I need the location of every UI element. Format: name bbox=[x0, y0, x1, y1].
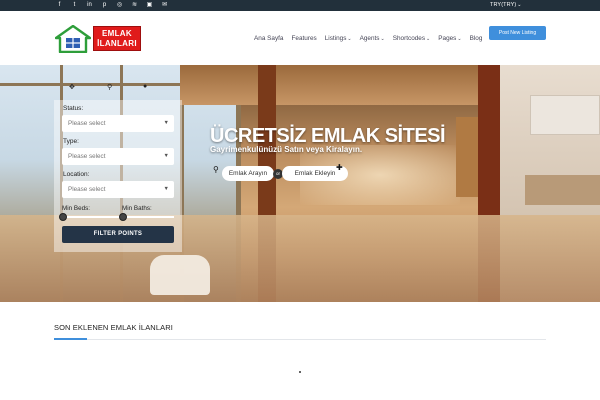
skype-icon[interactable]: ▣ bbox=[146, 0, 153, 11]
loading-indicator bbox=[299, 371, 301, 373]
social-links: f t in p ◎ ≋ ▣ ✉ bbox=[56, 0, 168, 11]
section-divider bbox=[54, 339, 546, 340]
hero-counter bbox=[525, 175, 600, 205]
logo-text-line2: İLANLARI bbox=[97, 38, 137, 48]
min-baths-slider-handle[interactable] bbox=[119, 213, 127, 221]
chevron-down-icon: ▼ bbox=[163, 120, 169, 126]
plus-icon: ✚ bbox=[336, 163, 343, 172]
main-nav: Ana Sayfa Features Listings⌄ Agents⌄ Sho… bbox=[254, 35, 482, 42]
search-icon: ⚲ bbox=[213, 165, 219, 174]
type-placeholder: Please select bbox=[68, 153, 106, 160]
type-label: Type: bbox=[63, 138, 79, 145]
currency-selector[interactable]: TRY(TRY)⌄ bbox=[490, 0, 522, 11]
panel-toolbar: ✥ ⚲ ● bbox=[67, 83, 157, 93]
chevron-down-icon: ▼ bbox=[163, 153, 169, 159]
search-icon[interactable]: ⚲ bbox=[107, 83, 112, 91]
nav-item-listings[interactable]: Listings⌄ bbox=[325, 35, 352, 42]
status-select[interactable]: Please select ▼ bbox=[62, 115, 174, 132]
hero-cabinet bbox=[530, 95, 600, 135]
site-logo[interactable]: EMLAK İLANLARI bbox=[55, 25, 141, 53]
chevron-down-icon: ⌄ bbox=[457, 36, 462, 42]
nav-label: Shortcodes bbox=[392, 35, 426, 42]
instagram-icon[interactable]: ◎ bbox=[116, 0, 123, 11]
section-accent-bar bbox=[54, 338, 87, 340]
twitter-icon[interactable]: t bbox=[71, 0, 78, 11]
status-placeholder: Please select bbox=[68, 120, 106, 127]
min-beds-label: Min Beds: bbox=[62, 205, 90, 212]
site-header: EMLAK İLANLARI Ana Sayfa Features Listin… bbox=[0, 11, 600, 65]
nav-item-ana-sayfa[interactable]: Ana Sayfa bbox=[254, 35, 284, 42]
min-beds-slider-handle[interactable] bbox=[59, 213, 67, 221]
top-bar: f t in p ◎ ≋ ▣ ✉ TRY(TRY)⌄ bbox=[0, 0, 600, 11]
linkedin-icon[interactable]: in bbox=[86, 0, 93, 11]
logo-text-line1: EMLAK bbox=[102, 28, 132, 38]
nav-label: Listings bbox=[324, 35, 347, 42]
nav-item-pages[interactable]: Pages⌄ bbox=[438, 35, 461, 42]
chevron-down-icon: ⌄ bbox=[347, 36, 352, 42]
nav-item-agents[interactable]: Agents⌄ bbox=[360, 35, 385, 42]
nav-label: Blog bbox=[469, 35, 483, 42]
pinterest-icon[interactable]: p bbox=[101, 0, 108, 11]
email-icon[interactable]: ✉ bbox=[161, 0, 168, 11]
location-select[interactable]: Please select ▼ bbox=[62, 181, 174, 198]
chevron-down-icon: ⌄ bbox=[517, 2, 522, 8]
chevron-down-icon: ⌄ bbox=[426, 36, 431, 42]
section-title: SON EKLENEN EMLAK İLANLARI bbox=[54, 323, 173, 332]
hero-door bbox=[456, 117, 478, 197]
filter-points-button[interactable]: FILTER POINTS bbox=[62, 226, 174, 243]
nav-label: Pages bbox=[438, 35, 457, 42]
post-new-listing-button[interactable]: Post New Listing bbox=[489, 26, 546, 40]
currency-label: TRY(TRY) bbox=[490, 2, 517, 8]
nav-item-shortcodes[interactable]: Shortcodes⌄ bbox=[393, 35, 431, 42]
nav-label: Features bbox=[291, 35, 317, 42]
house-icon bbox=[55, 25, 91, 53]
nav-label: Ana Sayfa bbox=[254, 35, 284, 42]
search-property-button[interactable]: Emlak Arayın bbox=[222, 166, 274, 181]
info-icon[interactable]: ● bbox=[143, 83, 147, 90]
chevron-down-icon: ⌄ bbox=[380, 36, 385, 42]
range-slider-track[interactable] bbox=[62, 216, 174, 218]
hero-chair bbox=[150, 255, 210, 295]
hero-subtitle: Gayrimenkulünüzü Satın veya Kiralayın. bbox=[210, 145, 363, 154]
location-placeholder: Please select bbox=[68, 186, 106, 193]
min-baths-label: Min Baths: bbox=[122, 205, 152, 212]
logo-badge: EMLAK İLANLARI bbox=[93, 26, 141, 51]
nav-item-blog[interactable]: Blog bbox=[470, 35, 483, 42]
type-select[interactable]: Please select ▼ bbox=[62, 148, 174, 165]
chevron-down-icon: ▼ bbox=[163, 186, 169, 192]
move-icon[interactable]: ✥ bbox=[69, 83, 75, 91]
location-label: Location: bbox=[63, 171, 90, 178]
status-label: Status: bbox=[63, 105, 84, 112]
nav-label: Agents bbox=[359, 35, 380, 42]
facebook-icon[interactable]: f bbox=[56, 0, 63, 11]
nav-item-features[interactable]: Features bbox=[292, 35, 317, 42]
rss-icon[interactable]: ≋ bbox=[131, 0, 138, 11]
